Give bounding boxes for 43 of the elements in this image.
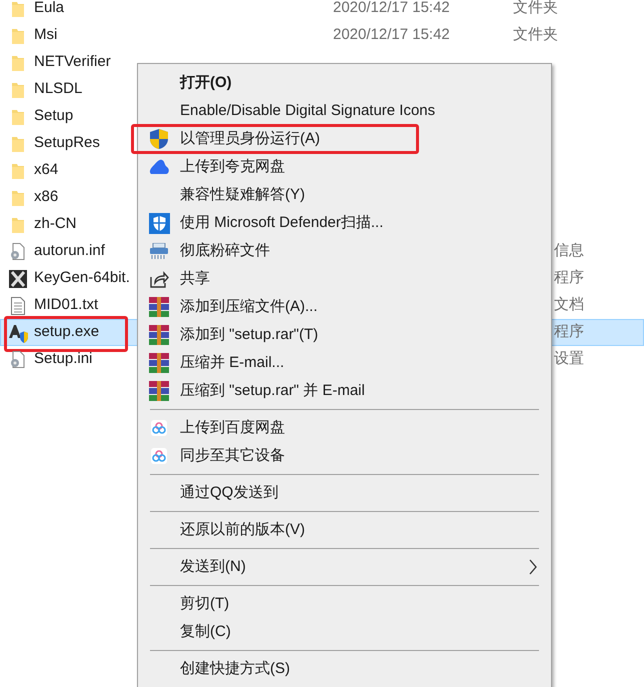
menu-label: 同步至其它设备 bbox=[180, 446, 285, 466]
file-name: NETVerifier bbox=[34, 52, 111, 72]
file-name: KeyGen-64bit. bbox=[34, 268, 130, 288]
modified-date: 2020/12/17 15:42 bbox=[333, 26, 450, 44]
file-name: Setup.ini bbox=[34, 349, 92, 370]
menu-label: 还原以前的版本(V) bbox=[180, 520, 305, 540]
menu-label: 剪切(T) bbox=[180, 594, 230, 614]
menu-label: 共享 bbox=[180, 268, 210, 289]
menu-label: 兼容性疑难解答(Y) bbox=[180, 184, 305, 205]
file-name: NLSDL bbox=[34, 79, 82, 100]
menu-label: 上传到百度网盘 bbox=[180, 418, 285, 438]
menu-label: 通过QQ发送到 bbox=[180, 482, 278, 503]
file-name: Setup bbox=[34, 106, 74, 126]
file-name: MID01.txt bbox=[34, 295, 98, 316]
menu-label: 彻底粉碎文件 bbox=[180, 240, 270, 261]
file-name: Msi bbox=[34, 25, 58, 46]
file-name: Eula bbox=[34, 0, 64, 18]
menu-label: 压缩到 "setup.rar" 并 E-mail bbox=[180, 380, 365, 401]
menu-label: 以管理员身份运行(A) bbox=[180, 128, 320, 149]
menu-label: 压缩并 E-mail... bbox=[180, 352, 284, 373]
menu-label: Enable/Disable Digital Signature Icons bbox=[180, 100, 436, 121]
menu-label: 复制(C) bbox=[180, 622, 231, 642]
menu-label: 使用 Microsoft Defender扫描... bbox=[180, 212, 384, 233]
menu-label: 创建快捷方式(S) bbox=[180, 658, 290, 679]
menu-label: 添加到压缩文件(A)... bbox=[180, 296, 318, 317]
file-name: x64 bbox=[34, 160, 58, 180]
file-type: 文件夹 bbox=[513, 26, 558, 44]
file-type: 设置 bbox=[554, 350, 584, 368]
file-type: 程序 bbox=[554, 269, 584, 286]
file-name: x86 bbox=[34, 187, 58, 208]
file-type: 文件夹 bbox=[513, 0, 558, 16]
file-name: setup.exe bbox=[34, 322, 100, 342]
file-name: zh-CN bbox=[34, 214, 77, 234]
menu-label: 添加到 "setup.rar"(T) bbox=[180, 324, 318, 345]
file-type: 文档 bbox=[554, 296, 584, 314]
file-type: 信息 bbox=[554, 242, 584, 260]
modified-date: 2020/12/17 15:42 bbox=[333, 0, 450, 16]
menu-label: 打开(O) bbox=[180, 72, 232, 93]
file-type: 程序 bbox=[554, 323, 584, 340]
menu-label: 上传到夸克网盘 bbox=[180, 156, 285, 177]
menu-label: 发送到(N) bbox=[180, 556, 246, 577]
file-name: autorun.inf bbox=[34, 241, 105, 262]
file-name: SetupRes bbox=[34, 133, 100, 154]
